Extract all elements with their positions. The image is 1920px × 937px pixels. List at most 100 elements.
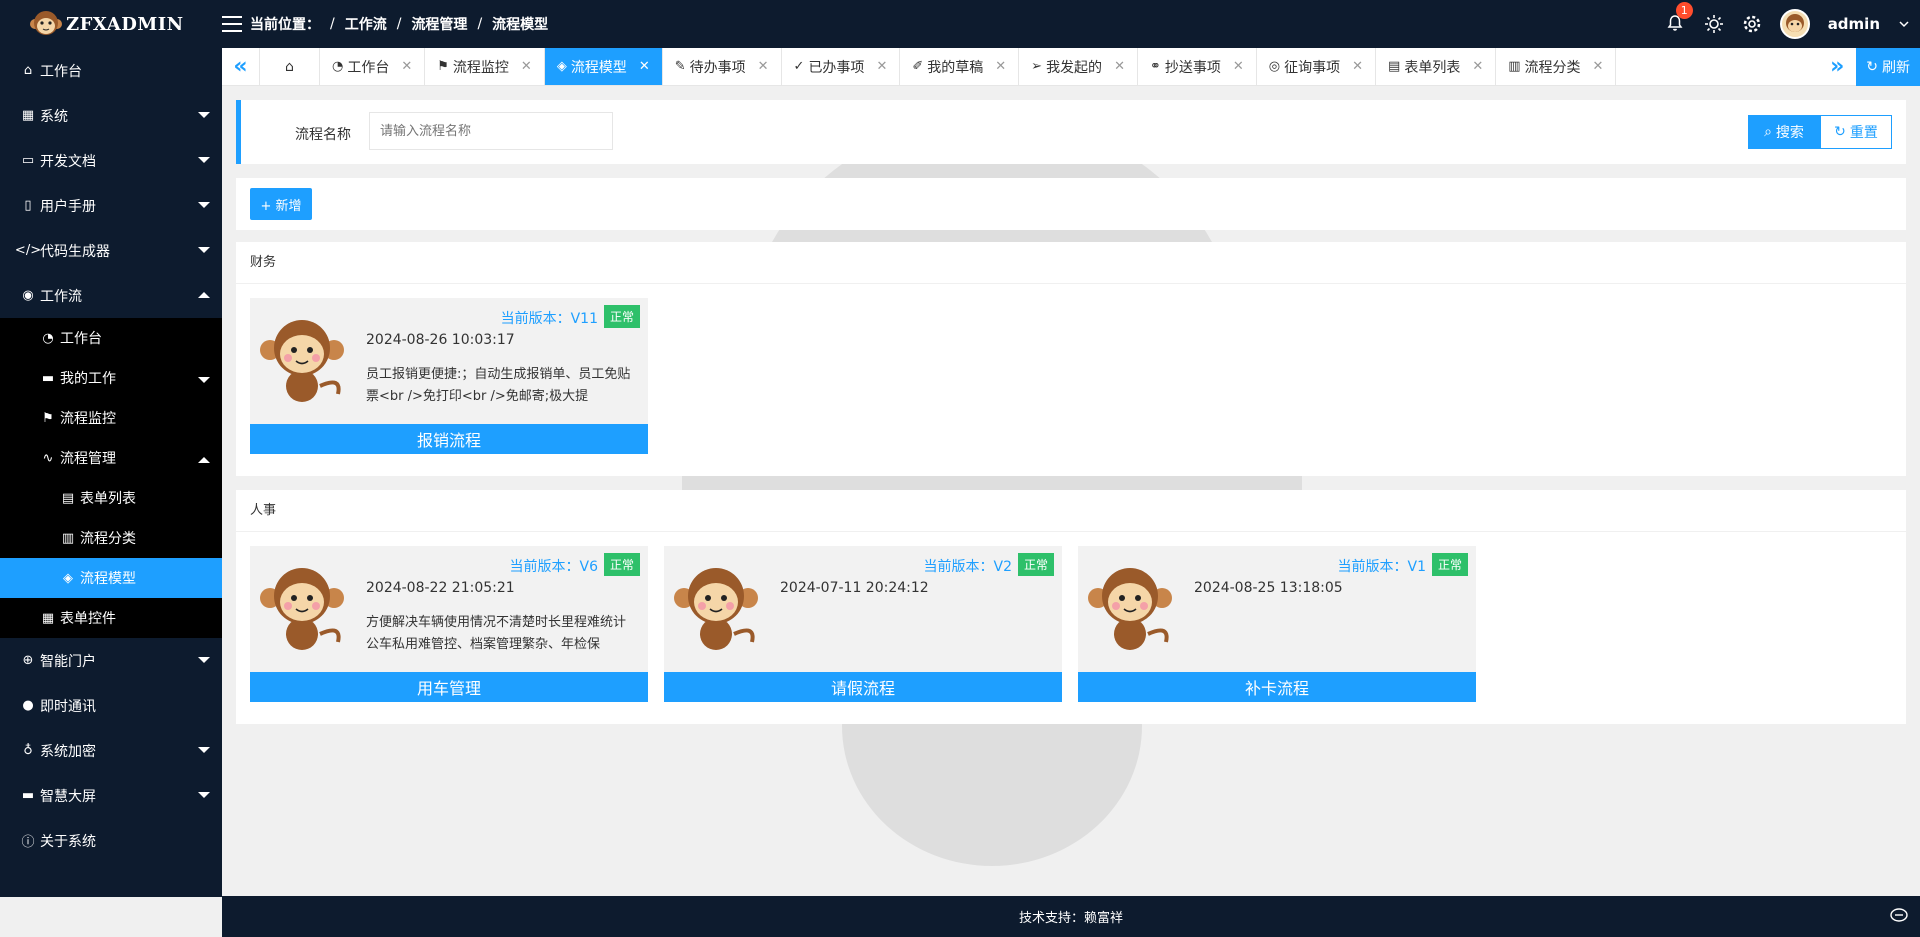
tab-process-model[interactable]: ◈ 流程模型 ✕ [544, 48, 663, 85]
tab-process-monitor[interactable]: ⚑ 流程监控 ✕ [425, 48, 545, 85]
breadcrumb-separator: / [330, 16, 335, 32]
tab-scroll-left-icon[interactable]: « [222, 48, 260, 85]
close-icon[interactable]: ✕ [758, 59, 769, 74]
card-name[interactable]: 用车管理 [250, 672, 648, 702]
sidebar-item-label: 流程监控 [60, 411, 116, 427]
menu-toggle-icon[interactable] [222, 16, 242, 32]
reset-button[interactable]: ↻ 重置 [1820, 115, 1892, 149]
sidebar-item-wf-workbench[interactable]: ◔ 工作台 [0, 318, 222, 358]
sidebar-item-about[interactable]: ⓘ 关于系统 [0, 818, 222, 863]
sidebar-item-system[interactable]: ▦ 系统 [0, 93, 222, 138]
sidebar-item-smart-screen[interactable]: ▬ 智慧大屏 [0, 773, 222, 818]
add-button[interactable]: + 新增 [250, 188, 312, 220]
sidebar-item-workflow[interactable]: ◉ 工作流 [0, 273, 222, 318]
sidebar-item-smart-portal[interactable]: ⊕ 智能门户 [0, 638, 222, 683]
card-description [1194, 612, 1464, 656]
notification-bell-icon[interactable]: 1 [1666, 2, 1693, 34]
sidebar-item-workbench[interactable]: ⌂ 工作台 [0, 48, 222, 93]
process-card[interactable]: 当前版本：V2 正常 2024-07-11 20:24:12 请假流程 [664, 546, 1062, 702]
close-icon[interactable]: ✕ [995, 59, 1006, 74]
close-icon[interactable]: ✕ [1472, 59, 1483, 74]
flag-icon: ⚑ [42, 410, 54, 426]
close-icon[interactable]: ✕ [639, 59, 650, 74]
sidebar-item-dev-docs[interactable]: ▭ 开发文档 [0, 138, 222, 183]
tab-label: 流程监控 [452, 59, 509, 76]
sidebar-item-process-model[interactable]: ◈ 流程模型 [0, 558, 222, 598]
process-card[interactable]: 当前版本：V1 正常 2024-08-25 13:18:05 补卡流程 [1078, 546, 1476, 702]
monkey-logo-icon [30, 11, 62, 35]
tab-bar: « ⌂ ◔ 工作台 ✕ ⚑ 流程监控 ✕ ◈ 流程模型 ✕ ✎ 待办事项 ✕ ✓ 已办事项 ✕ ✐ 我… [222, 47, 1920, 86]
process-card[interactable]: 当前版本：V11 正常 2024-08-26 10:03:17 员工报销更便捷:… [250, 298, 648, 454]
close-icon[interactable]: ✕ [876, 59, 887, 74]
tab-todo[interactable]: ✎ 待办事项 ✕ [663, 48, 782, 85]
search-icon: ⌕ [1764, 124, 1772, 140]
close-icon[interactable]: ✕ [1114, 59, 1125, 74]
theme-sun-icon[interactable] [1704, 14, 1724, 34]
card-date: 2024-07-11 20:24:12 [780, 580, 929, 596]
sidebar-item-user-manual[interactable]: ▯ 用户手册 [0, 183, 222, 228]
card-name[interactable]: 补卡流程 [1078, 672, 1476, 702]
card-name[interactable]: 请假流程 [664, 672, 1062, 702]
process-group-hr: 人事 当前版本：V6 正常 2024-08-22 21:05:21 方便解决车辆… [236, 490, 1906, 724]
refresh-icon: ↻ [1866, 58, 1878, 75]
caret-down-icon [198, 202, 210, 208]
form-icon: ▦ [41, 610, 55, 626]
caret-down-icon [198, 747, 210, 753]
sidebar-item-label: 工作流 [40, 288, 82, 305]
sidebar-item-process-management[interactable]: ∿ 流程管理 [0, 438, 222, 478]
sidebar-item-instant-messaging[interactable]: ● 即时通讯 [0, 683, 222, 728]
sidebar-item-process-category[interactable]: ▥ 流程分类 [0, 518, 222, 558]
home-icon: ⌂ [285, 58, 294, 75]
toolbar: + 新增 [236, 178, 1906, 230]
close-icon[interactable]: ✕ [1233, 59, 1244, 74]
sidebar-item-code-generator[interactable]: </> 代码生成器 [0, 228, 222, 273]
tab-done[interactable]: ✓ 已办事项 ✕ [782, 48, 901, 85]
version-label: 当前版本：V2 [923, 559, 1012, 575]
refresh-button[interactable]: ↻ 刷新 [1856, 47, 1920, 86]
tab-process-category[interactable]: ▥ 流程分类 ✕ [1496, 48, 1617, 85]
chat-bubble-icon[interactable] [1890, 908, 1908, 924]
tab-label: 流程分类 [1524, 59, 1581, 76]
sidebar-item-process-monitor[interactable]: ⚑ 流程监控 [0, 398, 222, 438]
tab-consult[interactable]: ◎ 征询事项 ✕ [1257, 48, 1377, 85]
tab-form-list[interactable]: ▤ 表单列表 ✕ [1376, 48, 1497, 85]
breadcrumb-item[interactable]: 工作流 [345, 14, 387, 34]
tab-cc[interactable]: ⚭ 抄送事项 ✕ [1138, 48, 1257, 85]
search-button[interactable]: ⌕ 搜索 [1748, 115, 1820, 149]
tab-label: 我的草稿 [927, 59, 984, 76]
sidebar-item-form-controls[interactable]: ▦ 表单控件 [0, 598, 222, 638]
sidebar-item-my-work[interactable]: ▬ 我的工作 [0, 358, 222, 398]
sidebar: ⌂ 工作台 ▦ 系统 ▭ 开发文档 ▯ 用户手册 </> 代码生成器 ◉ 工作流 ◔ 工作台 … [0, 48, 222, 897]
tab-home[interactable]: ⌂ [260, 48, 320, 85]
list-icon: ▤ [1388, 59, 1401, 74]
logo[interactable]: ZFXADMIN [0, 0, 222, 48]
breadcrumb-item[interactable]: 流程管理 [411, 14, 467, 34]
process-card[interactable]: 当前版本：V6 正常 2024-08-22 21:05:21 方便解决车辆使用情… [250, 546, 648, 702]
process-name-search-input[interactable] [369, 112, 613, 150]
version-label: 当前版本：V11 [500, 311, 598, 327]
sidebar-item-system-encryption[interactable]: ♁ 系统加密 [0, 728, 222, 773]
tab-my-initiated[interactable]: ➢ 我发起的 ✕ [1019, 48, 1138, 85]
close-icon[interactable]: ✕ [521, 59, 532, 74]
settings-gear-icon[interactable] [1742, 14, 1762, 34]
monkey-mascot-icon [260, 568, 344, 650]
card-name[interactable]: 报销流程 [250, 424, 648, 454]
close-icon[interactable]: ✕ [1352, 59, 1363, 74]
sidebar-item-label: 开发文档 [40, 153, 96, 170]
tab-workbench[interactable]: ◔ 工作台 ✕ [320, 48, 426, 85]
tab-label: 抄送事项 [1164, 59, 1221, 76]
close-icon[interactable]: ✕ [1593, 59, 1604, 74]
close-icon[interactable]: ✕ [401, 59, 412, 74]
sidebar-item-label: 关于系统 [40, 833, 96, 850]
caret-down-icon [198, 112, 210, 118]
username[interactable]: admin [1828, 15, 1880, 33]
user-avatar[interactable] [1779, 9, 1810, 39]
dashboard-icon: ◔ [42, 330, 54, 346]
monkey-mascot-icon [674, 568, 758, 650]
breadcrumb-item[interactable]: 流程模型 [492, 14, 548, 34]
pulse-icon: ∿ [42, 450, 54, 466]
tab-my-drafts[interactable]: ✐ 我的草稿 ✕ [900, 48, 1020, 85]
chevron-down-icon[interactable] [1898, 18, 1910, 30]
sidebar-item-form-list[interactable]: ▤ 表单列表 [0, 478, 222, 518]
tab-scroll-right-icon[interactable]: » [1818, 48, 1856, 86]
